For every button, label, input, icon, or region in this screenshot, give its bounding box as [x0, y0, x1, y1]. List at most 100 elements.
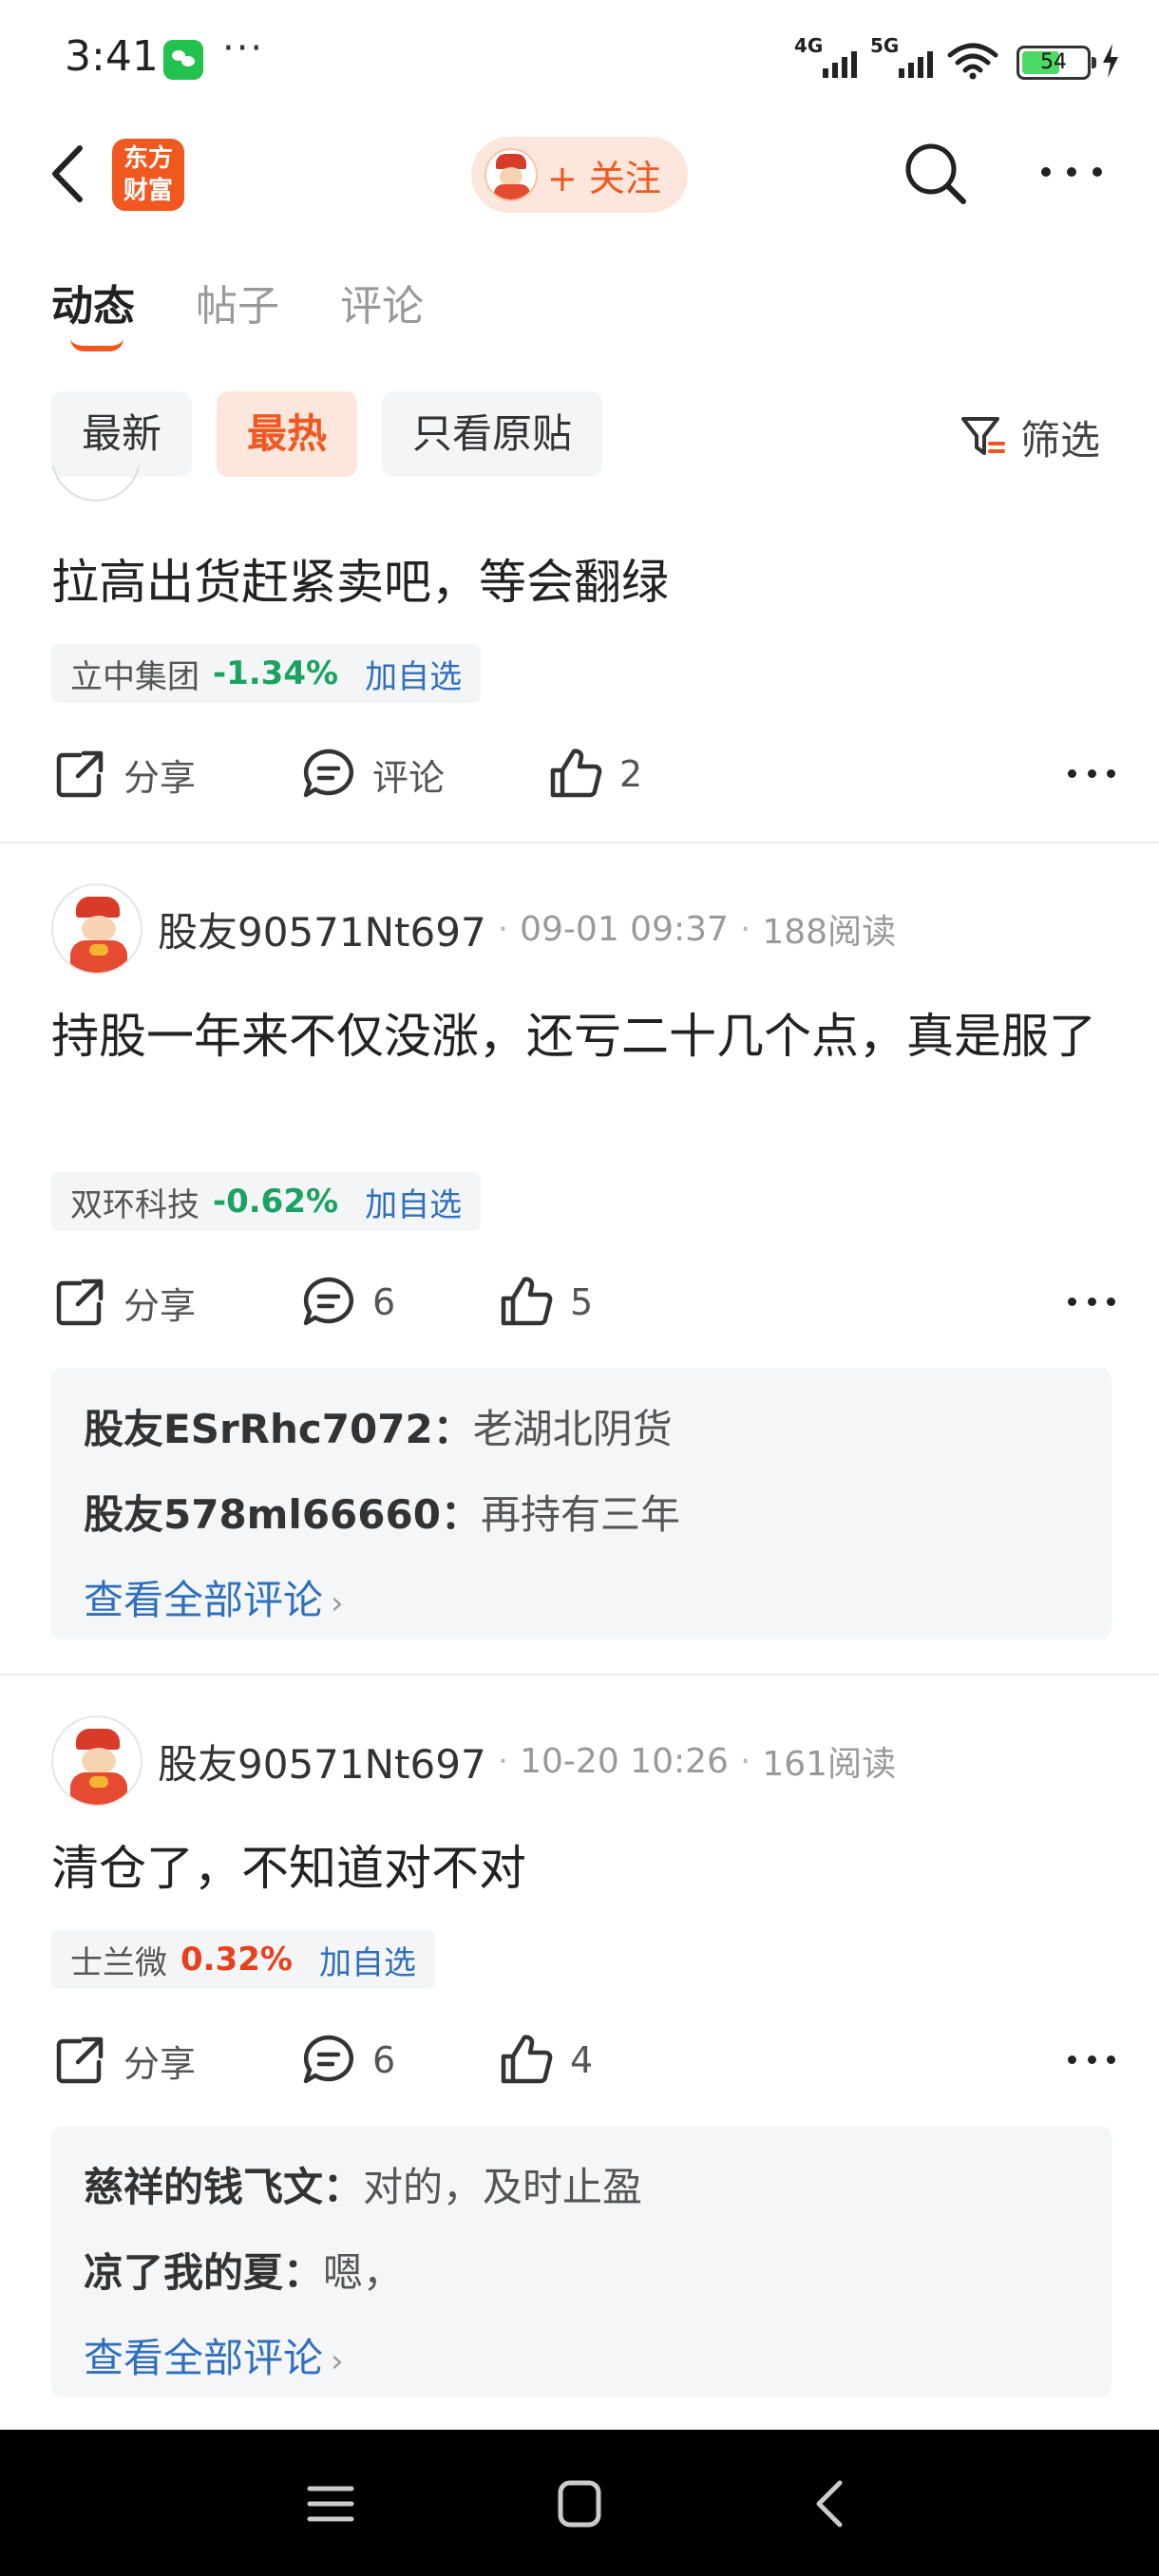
stock-name: 士兰微 — [70, 1943, 167, 1982]
home-icon[interactable] — [551, 2477, 608, 2530]
like-button[interactable]: 5 — [498, 1269, 593, 1335]
follow-label: + 关注 — [547, 157, 661, 199]
add-watchlist-link[interactable]: 加自选 — [365, 651, 462, 697]
stock-name: 双环科技 — [70, 1185, 200, 1224]
comment-sep: ： — [432, 1406, 473, 1452]
post-more-icon[interactable] — [1068, 1297, 1115, 1306]
chip-latest[interactable]: 最新 — [51, 391, 193, 477]
comment-button[interactable]: 6 — [300, 2027, 395, 2093]
comment-sep: ： — [283, 2249, 324, 2296]
follow-button[interactable]: + 关注 — [471, 137, 688, 213]
like-count: 4 — [570, 2039, 594, 2081]
tab-posts[interactable]: 帖子 — [196, 272, 279, 348]
share-button[interactable]: 分享 — [51, 741, 196, 807]
battery-icon: 54 — [1016, 46, 1096, 80]
comment-author[interactable]: 凉了我的夏 — [84, 2249, 283, 2296]
wechat-icon — [163, 40, 203, 80]
avatar[interactable] — [51, 1715, 142, 1807]
comment-sep: ： — [323, 2164, 364, 2210]
signal-5g-icon: 5G — [870, 34, 937, 80]
meta-separator: · — [497, 909, 509, 949]
avatar — [484, 148, 538, 201]
logo-text-line2: 财富 — [123, 177, 173, 205]
post-more-icon[interactable] — [1068, 2055, 1115, 2064]
stock-tag[interactable]: 士兰微 0.32% 加自选 — [51, 1930, 435, 1989]
view-all-comments-link[interactable]: 查看全部评论 › — [84, 1558, 1079, 1643]
comment-preview[interactable]: 股友ESrRhc7072：老湖北阴货 股友578ml66660：再持有三年 查看… — [51, 1368, 1112, 1639]
tab-comments[interactable]: 评论 — [340, 272, 424, 348]
more-icon[interactable] — [1041, 167, 1102, 180]
meta-separator: · — [739, 1741, 751, 1781]
view-all-label: 查看全部评论 — [84, 2335, 324, 2381]
tab-bar: 动态 帖子 评论 — [51, 272, 424, 351]
add-watchlist-link[interactable]: 加自选 — [365, 1179, 462, 1225]
post-text[interactable]: 拉高出货赶紧卖吧，等会翻绿 — [51, 545, 1115, 619]
comment-label: 评论 — [372, 756, 446, 799]
tab-activity[interactable]: 动态 — [51, 272, 135, 351]
share-button[interactable]: 分享 — [51, 2027, 196, 2093]
stock-tag[interactable]: 双环科技 -0.62% 加自选 — [51, 1172, 482, 1231]
comment-author[interactable]: 股友ESrRhc7072 — [84, 1406, 433, 1452]
comment-item: 股友ESrRhc7072：老湖北阴货 — [84, 1387, 1079, 1472]
post-text[interactable]: 清仓了，不知道对不对 — [51, 1831, 1115, 1905]
filter-icon — [961, 417, 1005, 455]
read-count: 188阅读 — [762, 913, 897, 952]
menu-icon[interactable] — [302, 2477, 359, 2530]
like-icon — [501, 1277, 553, 1326]
status-bar: 3:41 ··· 4G 5G 54 — [0, 0, 1159, 114]
avatar[interactable] — [51, 883, 142, 975]
comment-preview[interactable]: 慈祥的钱飞文：对的，及时止盈 凉了我的夏：嗯， 查看全部评论 › — [51, 2126, 1112, 2397]
system-nav-bar — [0, 2430, 1159, 2576]
post-text[interactable]: 持股一年来不仅没涨，还亏二十几个点，真是服了 — [51, 999, 1115, 1073]
post-header: 股友90571Nt697 · 09-01 09:37 · 188阅读 — [51, 883, 896, 975]
tab-posts-label: 帖子 — [196, 282, 279, 331]
comment-icon — [303, 2035, 353, 2084]
chip-original-only[interactable]: 只看原贴 — [382, 391, 603, 477]
top-nav: 东方 财富 + 关注 — [0, 123, 1159, 222]
comment-author[interactable]: 股友578ml66660 — [84, 1491, 441, 1538]
tab-comments-label: 评论 — [340, 282, 424, 331]
chip-hottest[interactable]: 最热 — [217, 391, 358, 477]
comment-author[interactable]: 慈祥的钱飞文 — [84, 2164, 323, 2210]
post-actions: 分享 6 4 — [51, 2027, 1115, 2093]
filter-button[interactable]: 筛选 — [960, 408, 1100, 465]
view-all-comments-link[interactable]: 查看全部评论 › — [84, 2316, 1079, 2401]
stock-change: 0.32% — [180, 1941, 293, 1979]
comment-text: 嗯， — [323, 2249, 404, 2296]
like-count: 5 — [570, 1281, 594, 1323]
username[interactable]: 股友90571Nt697 — [158, 900, 486, 958]
stock-tag[interactable]: 立中集团 -1.34% 加自选 — [51, 644, 482, 703]
back-icon[interactable] — [42, 141, 99, 207]
comment-item: 慈祥的钱飞文：对的，及时止盈 — [84, 2145, 1079, 2230]
comment-item: 凉了我的夏：嗯， — [84, 2230, 1079, 2316]
share-icon — [56, 750, 104, 798]
avatar[interactable] — [51, 465, 141, 503]
nav-back-icon[interactable] — [804, 2477, 861, 2530]
wifi-icon — [947, 43, 998, 80]
comment-button[interactable]: 6 — [300, 1269, 395, 1335]
search-icon[interactable] — [901, 139, 971, 209]
divider — [0, 842, 1159, 843]
comment-sep: ： — [440, 1491, 481, 1538]
charging-icon — [1103, 44, 1118, 78]
share-label: 分享 — [124, 756, 197, 799]
signal-4g-icon: 4G — [794, 34, 861, 80]
share-icon — [56, 1279, 104, 1326]
comment-text: 老湖北阴货 — [472, 1406, 673, 1452]
like-count: 2 — [619, 753, 643, 795]
comment-button[interactable]: 评论 — [300, 741, 445, 807]
like-icon — [501, 2035, 553, 2084]
read-count: 161阅读 — [762, 1745, 897, 1784]
like-icon — [550, 748, 602, 798]
add-watchlist-link[interactable]: 加自选 — [319, 1937, 416, 1983]
filter-label: 筛选 — [1020, 416, 1101, 464]
status-time: 3:41 — [65, 32, 159, 81]
share-button[interactable]: 分享 — [51, 1269, 196, 1335]
share-label: 分享 — [124, 1284, 197, 1327]
post-more-icon[interactable] — [1068, 769, 1115, 778]
comment-count: 6 — [372, 2039, 396, 2081]
comment-text: 再持有三年 — [480, 1491, 680, 1538]
like-button[interactable]: 2 — [547, 741, 642, 807]
like-button[interactable]: 4 — [498, 2027, 593, 2093]
username[interactable]: 股友90571Nt697 — [158, 1733, 486, 1790]
